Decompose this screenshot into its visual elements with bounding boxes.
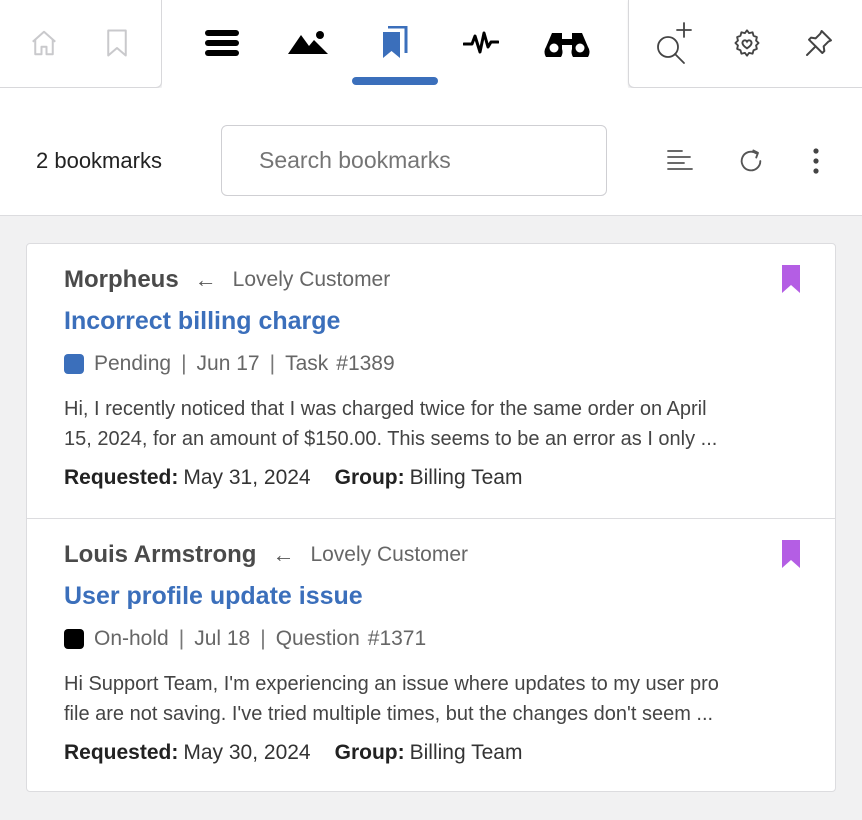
- ticket-type: Question: [275, 627, 360, 650]
- binoculars-button[interactable]: [542, 18, 592, 68]
- bookmark-count: 2 bookmarks: [36, 148, 162, 173]
- sort-button[interactable]: [660, 140, 700, 182]
- customer-name[interactable]: Lovely Customer: [233, 268, 391, 292]
- bookmark-outline-icon: [107, 29, 127, 57]
- toolbar-middle-group: [162, 0, 628, 88]
- ticket-excerpt: Hi Support Team, I'm experiencing an iss…: [64, 669, 816, 729]
- ticket-id: #1371: [367, 627, 427, 650]
- pin-icon: [806, 30, 832, 56]
- mountain-image-icon: [288, 31, 328, 54]
- search-add-icon: [657, 22, 692, 64]
- activity-pulse-icon: [463, 31, 499, 54]
- refresh-button[interactable]: [731, 140, 771, 182]
- ticket-id: #1389: [336, 352, 395, 375]
- ticket-footer: Requested: May 31, 2024 Group: Billing T…: [64, 466, 522, 490]
- customer-name[interactable]: Lovely Customer: [310, 543, 468, 567]
- search-add-button[interactable]: [649, 18, 699, 68]
- excerpt-line: file are not saving. I've tried multiple…: [64, 703, 714, 725]
- align-left-icon: [667, 150, 693, 170]
- ticket-meta: Pending | Jun 17 | Task #1389: [64, 352, 395, 376]
- requested-label: Requested:: [64, 741, 179, 764]
- status-color-swatch: [64, 354, 84, 374]
- ticket-excerpt: Hi, I recently noticed that I was charge…: [64, 394, 816, 454]
- more-options-button[interactable]: [796, 140, 836, 182]
- excerpt-line: 15, 2024, for an amount of $150.00. This…: [64, 428, 718, 450]
- more-vertical-icon: [813, 148, 819, 174]
- ticket-status: Pending: [94, 352, 172, 375]
- activity-button[interactable]: [456, 18, 506, 68]
- requester-name[interactable]: Louis Armstrong: [64, 541, 256, 569]
- meta-separator: |: [181, 352, 187, 375]
- arrow-left-icon: ←: [194, 267, 217, 292]
- ticket-meta: On-hold | Jul 18 | Question #1371: [64, 627, 426, 651]
- home-icon: [32, 30, 56, 56]
- meta-separator: |: [178, 627, 185, 650]
- remove-bookmark-button[interactable]: [781, 539, 801, 574]
- search-input[interactable]: [221, 125, 607, 196]
- ticket-date: Jul 18: [194, 627, 251, 650]
- requested-date: May 30, 2024: [183, 741, 311, 764]
- settings-button[interactable]: [722, 18, 772, 68]
- bookmark-card[interactable]: Morpheus ← Lovely Customer Incorrect bil…: [27, 244, 835, 519]
- requested-date: May 31, 2024: [183, 466, 311, 489]
- meta-separator: |: [269, 352, 276, 375]
- pin-button[interactable]: [794, 18, 844, 68]
- bookmark-card[interactable]: Louis Armstrong ← Lovely Customer User p…: [27, 518, 835, 793]
- bookmarks-tab-button[interactable]: [369, 18, 419, 68]
- group-label: Group:: [334, 466, 405, 489]
- bookmarks-icon: [383, 26, 408, 58]
- meta-separator: |: [260, 627, 266, 650]
- status-color-swatch: [64, 629, 84, 649]
- toolbar-right-group: [628, 0, 862, 88]
- gear-icon: [734, 29, 760, 57]
- ticket-title[interactable]: Incorrect billing charge: [64, 307, 340, 336]
- home-button[interactable]: [19, 18, 69, 68]
- ticket-date: Jun 17: [196, 352, 260, 375]
- group-label: Group:: [334, 741, 405, 764]
- group-name: Billing Team: [409, 466, 523, 489]
- excerpt-line: Hi, I recently noticed that I was charge…: [64, 398, 707, 420]
- card-header: Louis Armstrong ← Lovely Customer: [64, 541, 468, 569]
- ticket-footer: Requested: May 30, 2024 Group: Billing T…: [64, 741, 522, 765]
- menu-icon: [205, 30, 239, 56]
- refresh-icon: [740, 149, 762, 172]
- bookmark-filled-icon: [782, 540, 800, 568]
- card-header: Morpheus ← Lovely Customer: [64, 266, 390, 294]
- bookmark-list: Morpheus ← Lovely Customer Incorrect bil…: [26, 243, 836, 792]
- remove-bookmark-button[interactable]: [781, 264, 801, 299]
- requested-label: Requested:: [64, 466, 179, 489]
- binoculars-icon: [544, 33, 590, 57]
- active-tab-indicator: [352, 77, 438, 85]
- ticket-status: On-hold: [94, 627, 169, 650]
- group-name: Billing Team: [409, 741, 523, 764]
- excerpt-line: Hi Support Team, I'm experiencing an iss…: [64, 673, 719, 695]
- toolbar-left-group: [0, 0, 162, 88]
- ticket-title[interactable]: User profile update issue: [64, 582, 363, 611]
- requester-name[interactable]: Morpheus: [64, 266, 179, 294]
- bookmark-button[interactable]: [92, 18, 142, 68]
- bookmark-filled-icon: [782, 265, 800, 293]
- arrow-left-icon: ←: [272, 542, 295, 567]
- ticket-type: Task: [285, 352, 329, 375]
- menu-button[interactable]: [197, 18, 247, 68]
- images-button[interactable]: [283, 18, 333, 68]
